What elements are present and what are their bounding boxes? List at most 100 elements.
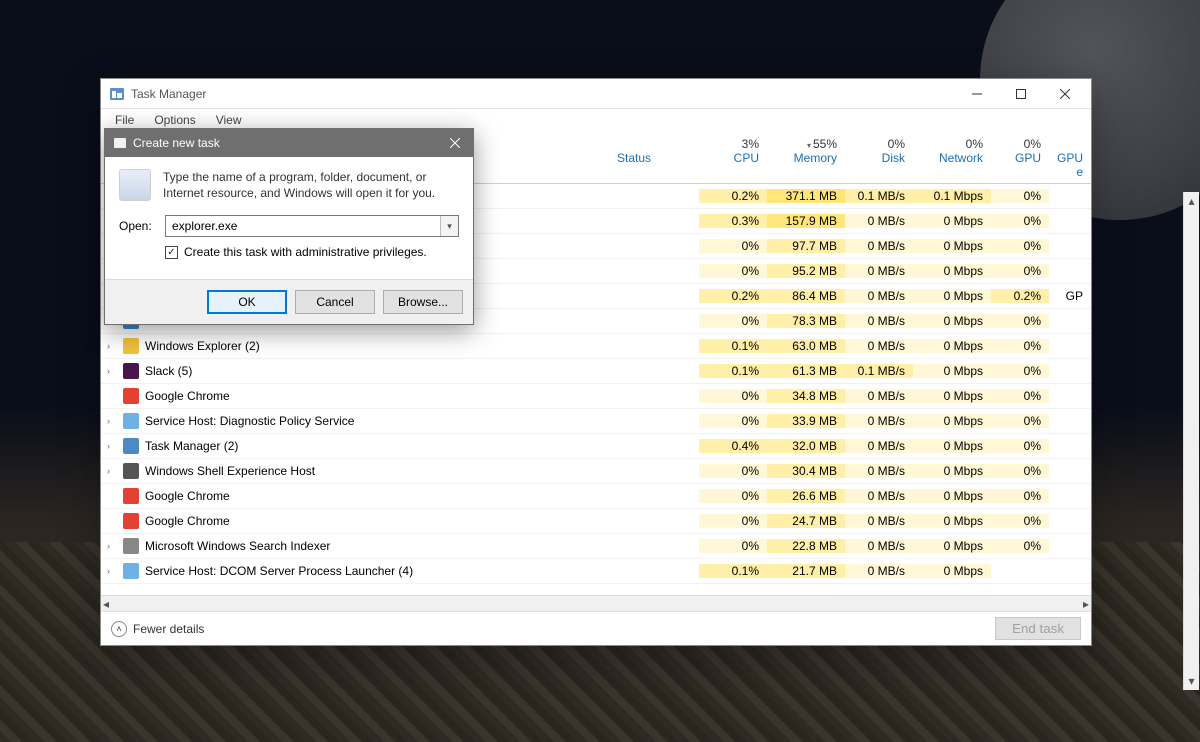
statusbar: ˄ Fewer details End task <box>101 611 1091 645</box>
cpu-cell: 0% <box>699 489 767 503</box>
memory-cell: 97.7 MB <box>767 239 845 253</box>
col-status[interactable]: Status <box>609 133 699 183</box>
network-cell: 0 Mbps <box>913 339 991 353</box>
process-row[interactable]: Google Chrome0%34.8 MB0 MB/s0 Mbps0% <box>101 384 1091 409</box>
network-cell: 0 Mbps <box>913 289 991 303</box>
admin-checkbox-row[interactable]: ✓ Create this task with administrative p… <box>165 245 459 259</box>
process-row[interactable]: Google Chrome0%26.6 MB0 MB/s0 Mbps0% <box>101 484 1091 509</box>
network-cell: 0.1 Mbps <box>913 189 991 203</box>
memory-cell: 95.2 MB <box>767 264 845 278</box>
expand-icon[interactable]: › <box>107 416 117 426</box>
expand-icon[interactable]: › <box>107 541 117 551</box>
gpu-cell: 0% <box>991 439 1049 453</box>
ok-button[interactable]: OK <box>207 290 287 314</box>
menu-view[interactable]: View <box>208 111 250 129</box>
network-cell: 0 Mbps <box>913 539 991 553</box>
process-icon <box>123 513 139 529</box>
run-icon <box>119 169 151 201</box>
process-icon <box>123 438 139 454</box>
minimize-button[interactable] <box>955 79 999 109</box>
dialog-titlebar[interactable]: Create new task <box>105 129 473 157</box>
vertical-scrollbar[interactable]: ▴▾ <box>1183 192 1199 690</box>
col-gpu-engine[interactable]: GPU e <box>1049 133 1091 183</box>
chevron-down-icon[interactable]: ▾ <box>440 216 458 236</box>
cpu-cell: 0% <box>699 464 767 478</box>
browse-button[interactable]: Browse... <box>383 290 463 314</box>
process-name: Service Host: Diagnostic Policy Service <box>145 414 354 428</box>
cpu-cell: 0.1% <box>699 339 767 353</box>
open-input[interactable] <box>166 216 440 236</box>
disk-cell: 0 MB/s <box>845 414 913 428</box>
gpu-cell: 0% <box>991 539 1049 553</box>
task-manager-icon <box>109 86 125 102</box>
gpu-engine-cell: GP <box>1049 289 1091 303</box>
open-combobox[interactable]: ▾ <box>165 215 459 237</box>
process-row[interactable]: Google Chrome0%24.7 MB0 MB/s0 Mbps0% <box>101 509 1091 534</box>
process-row[interactable]: ›Service Host: DCOM Server Process Launc… <box>101 559 1091 584</box>
memory-cell: 78.3 MB <box>767 314 845 328</box>
process-icon <box>123 538 139 554</box>
col-network[interactable]: 0%Network <box>913 133 991 183</box>
expand-icon[interactable]: › <box>107 341 117 351</box>
disk-cell: 0 MB/s <box>845 339 913 353</box>
sort-indicator-icon: ▾ <box>807 141 811 150</box>
disk-cell: 0 MB/s <box>845 489 913 503</box>
process-name: Slack (5) <box>145 364 192 378</box>
expand-icon[interactable]: › <box>107 366 117 376</box>
network-cell: 0 Mbps <box>913 264 991 278</box>
process-row[interactable]: ›Windows Explorer (2)0.1%63.0 MB0 MB/s0 … <box>101 334 1091 359</box>
dialog-close-button[interactable] <box>441 132 469 154</box>
col-gpu[interactable]: 0%GPU <box>991 133 1049 183</box>
gpu-cell: 0.2% <box>991 289 1049 303</box>
memory-cell: 61.3 MB <box>767 364 845 378</box>
expand-icon[interactable]: › <box>107 466 117 476</box>
network-cell: 0 Mbps <box>913 389 991 403</box>
expand-icon[interactable]: › <box>107 441 117 451</box>
process-row[interactable]: ›Slack (5)0.1%61.3 MB0.1 MB/s0 Mbps0% <box>101 359 1091 384</box>
dialog-message: Type the name of a program, folder, docu… <box>163 169 459 201</box>
memory-cell: 26.6 MB <box>767 489 845 503</box>
cpu-cell: 0% <box>699 264 767 278</box>
gpu-cell: 0% <box>991 389 1049 403</box>
memory-cell: 32.0 MB <box>767 439 845 453</box>
process-name: Windows Explorer (2) <box>145 339 260 353</box>
process-row[interactable]: ›Task Manager (2)0.4%32.0 MB0 MB/s0 Mbps… <box>101 434 1091 459</box>
disk-cell: 0 MB/s <box>845 439 913 453</box>
horizontal-scrollbar[interactable]: ◂▸ <box>101 595 1091 611</box>
process-name: Task Manager (2) <box>145 439 238 453</box>
menu-options[interactable]: Options <box>146 111 203 129</box>
fewer-details-button[interactable]: ˄ Fewer details <box>111 621 204 637</box>
process-row[interactable]: ›Windows Shell Experience Host0%30.4 MB0… <box>101 459 1091 484</box>
process-name: Google Chrome <box>145 489 230 503</box>
process-icon <box>123 563 139 579</box>
fewer-details-label: Fewer details <box>133 622 204 636</box>
dialog-title: Create new task <box>133 136 435 150</box>
maximize-button[interactable] <box>999 79 1043 109</box>
process-row[interactable]: ›Microsoft Windows Search Indexer0%22.8 … <box>101 534 1091 559</box>
network-cell: 0 Mbps <box>913 564 991 578</box>
admin-checkbox[interactable]: ✓ <box>165 246 178 259</box>
gpu-cell: 0% <box>991 264 1049 278</box>
end-task-button[interactable]: End task <box>995 617 1081 640</box>
memory-cell: 30.4 MB <box>767 464 845 478</box>
col-disk[interactable]: 0%Disk <box>845 133 913 183</box>
close-button[interactable] <box>1043 79 1087 109</box>
menu-file[interactable]: File <box>107 111 142 129</box>
gpu-cell: 0% <box>991 339 1049 353</box>
cancel-button[interactable]: Cancel <box>295 290 375 314</box>
cpu-cell: 0.2% <box>699 189 767 203</box>
memory-cell: 24.7 MB <box>767 514 845 528</box>
cpu-cell: 0.3% <box>699 214 767 228</box>
col-cpu[interactable]: 3%CPU <box>699 133 767 183</box>
col-memory[interactable]: ▾55%Memory <box>767 133 845 183</box>
process-icon <box>123 488 139 504</box>
network-cell: 0 Mbps <box>913 364 991 378</box>
network-cell: 0 Mbps <box>913 239 991 253</box>
expand-icon[interactable]: › <box>107 566 117 576</box>
titlebar[interactable]: Task Manager <box>101 79 1091 109</box>
process-row[interactable]: › Service Host: Diagnostic Policy Service… <box>101 409 1091 434</box>
cpu-cell: 0% <box>699 414 767 428</box>
cpu-cell: 0% <box>699 314 767 328</box>
gpu-cell: 0% <box>991 464 1049 478</box>
disk-cell: 0 MB/s <box>845 314 913 328</box>
